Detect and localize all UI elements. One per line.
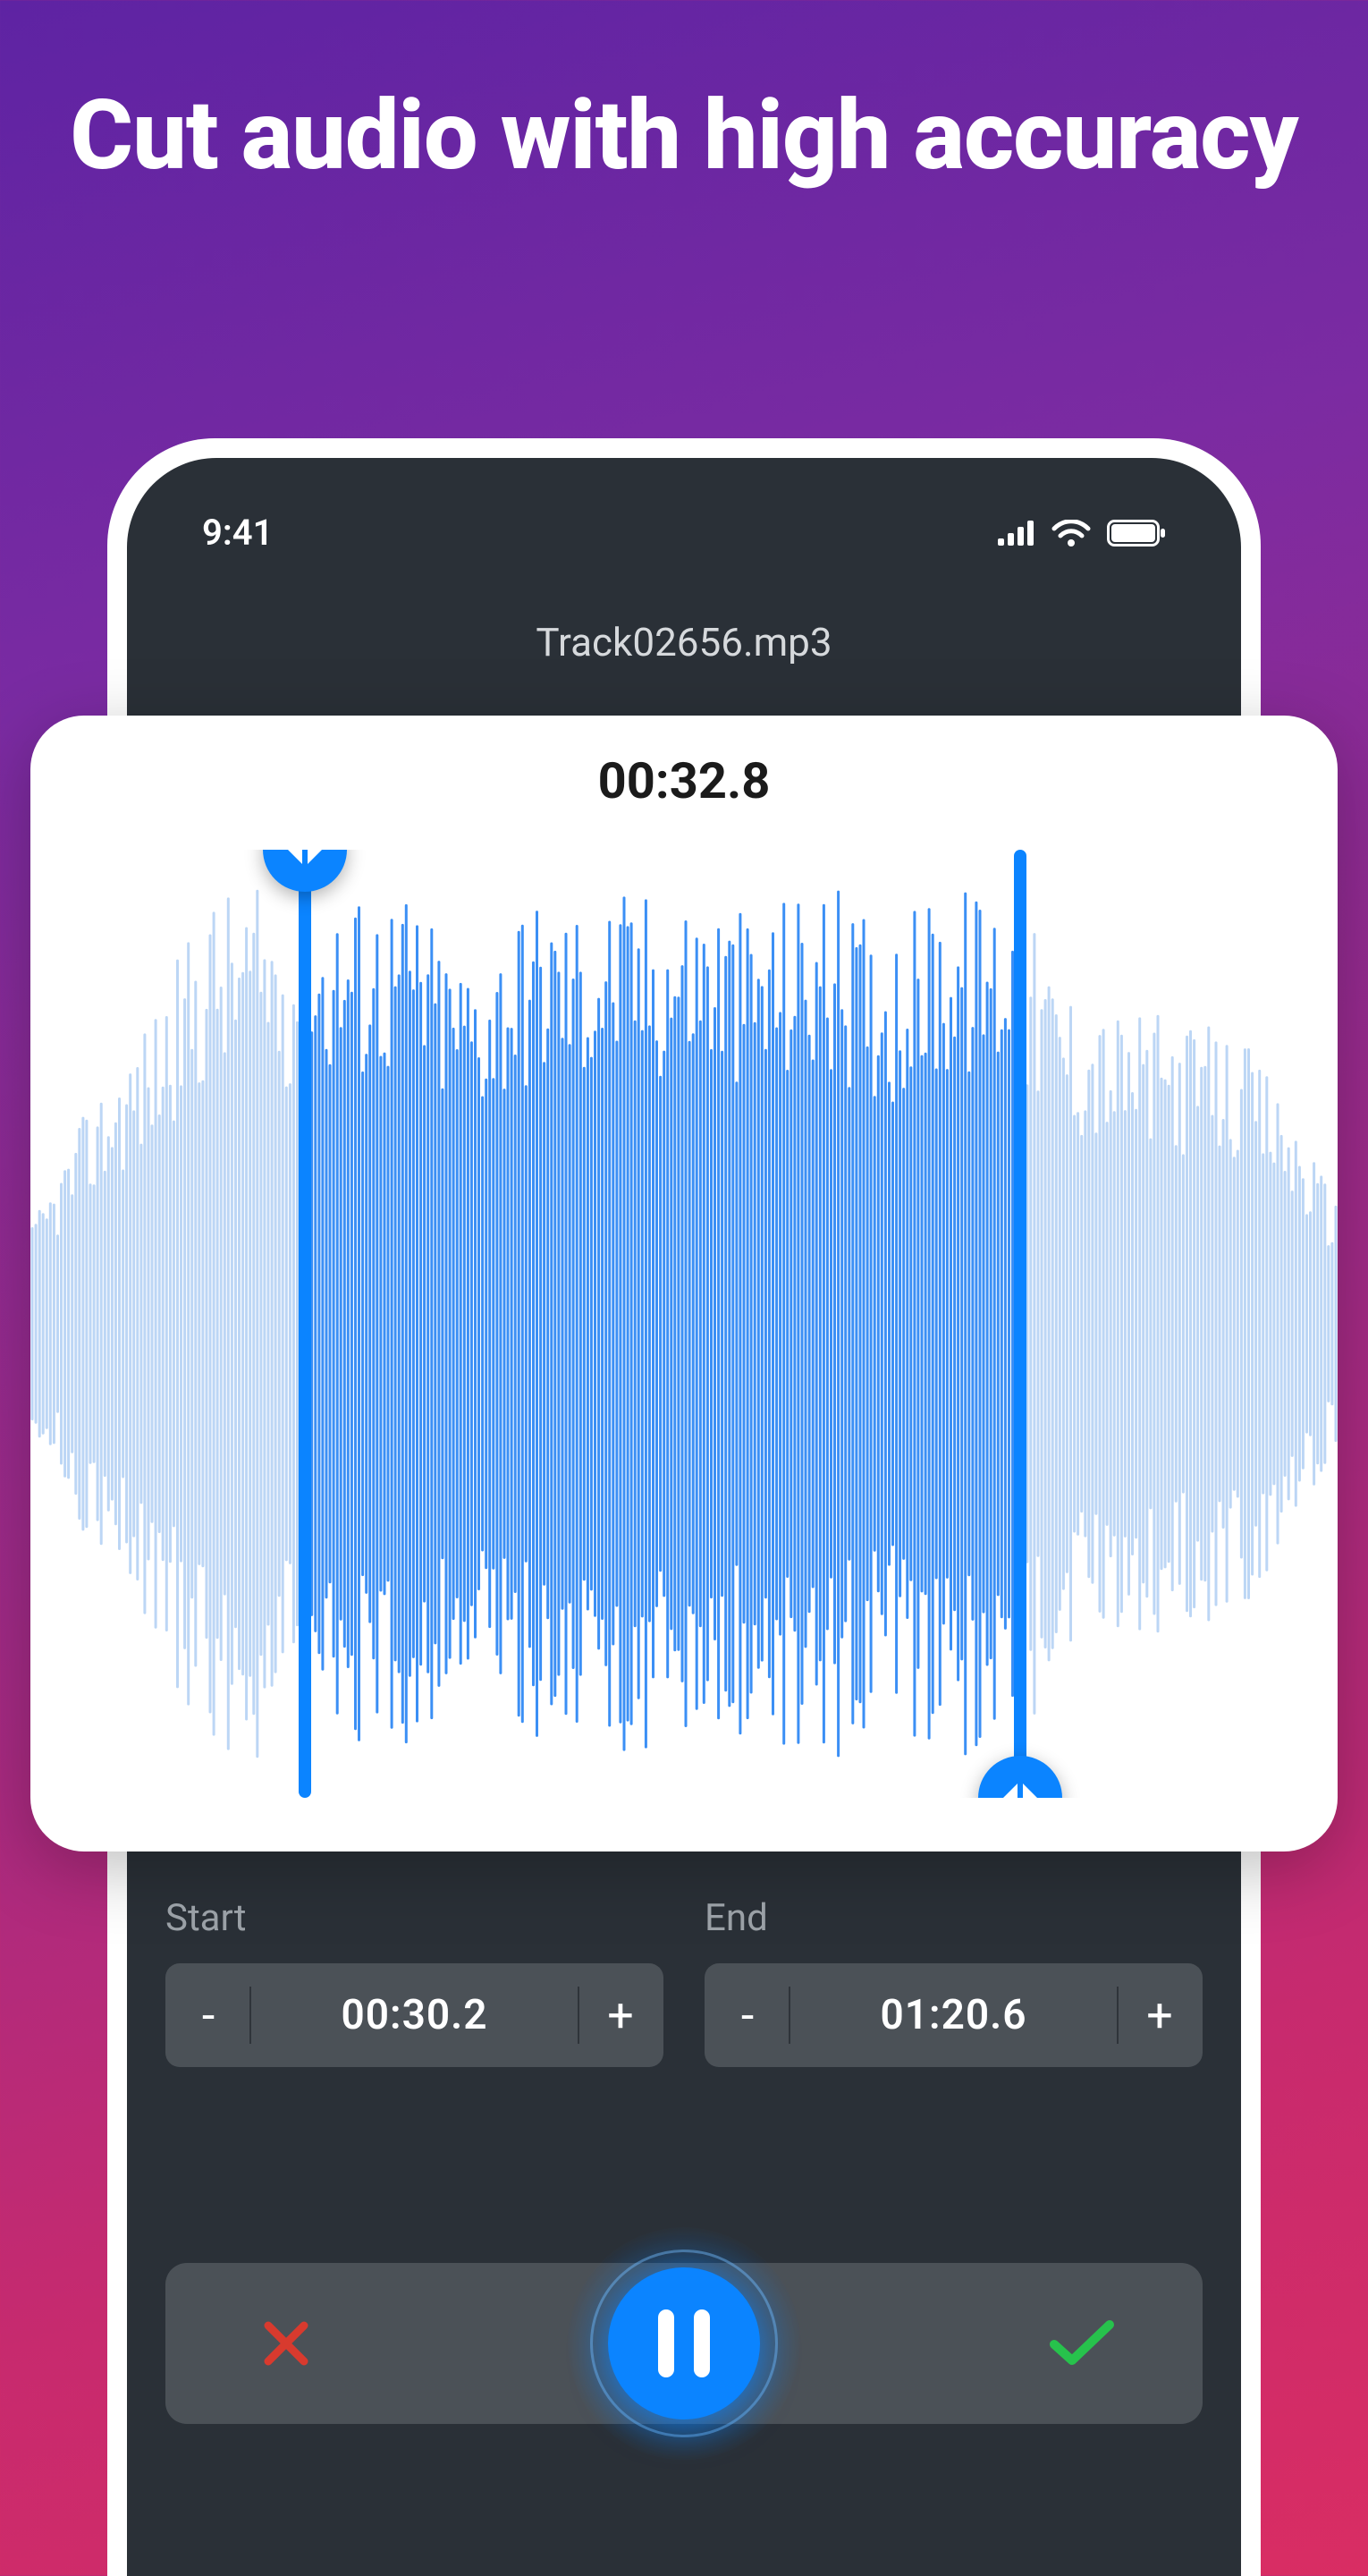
wifi-icon	[1051, 520, 1091, 547]
action-bar	[165, 2263, 1203, 2424]
time-controls: Start - 00:30.2 + End - 01:20.6 +	[165, 1896, 1203, 2067]
status-bar: 9:41	[127, 512, 1241, 554]
start-increment-button[interactable]: +	[578, 1963, 663, 2067]
trim-start-line[interactable]	[299, 850, 311, 1798]
end-time-value[interactable]: 01:20.6	[790, 1963, 1117, 2067]
start-time-value[interactable]: 00:30.2	[251, 1963, 578, 2067]
trim-end-line[interactable]	[1014, 850, 1026, 1798]
filename-label: Track02656.mp3	[127, 619, 1241, 665]
end-decrement-button[interactable]: -	[705, 1963, 790, 2067]
start-time-box: - 00:30.2 +	[165, 1963, 663, 2067]
end-time-box: - 01:20.6 +	[705, 1963, 1203, 2067]
start-time-group: Start - 00:30.2 +	[165, 1896, 663, 2067]
waveform-icon	[30, 850, 1338, 1798]
confirm-button[interactable]	[1042, 2318, 1122, 2369]
pause-icon	[608, 2267, 760, 2419]
battery-icon	[1107, 520, 1166, 547]
cancel-button[interactable]	[246, 2315, 326, 2372]
drag-horizontal-icon	[998, 1780, 1043, 1798]
promo-headline: Cut audio with high accuracy	[0, 0, 1368, 191]
start-label: Start	[165, 1896, 663, 1940]
playhead-time: 00:32.8	[30, 751, 1338, 810]
close-icon	[258, 2315, 315, 2372]
end-label: End	[705, 1896, 1203, 1940]
play-pause-button[interactable]	[568, 2227, 800, 2460]
end-time-group: End - 01:20.6 +	[705, 1896, 1203, 2067]
check-icon	[1047, 2318, 1117, 2369]
drag-horizontal-icon	[283, 850, 327, 868]
end-increment-button[interactable]: +	[1117, 1963, 1203, 2067]
start-decrement-button[interactable]: -	[165, 1963, 251, 2067]
waveform-area[interactable]	[30, 850, 1338, 1798]
waveform-panel: 00:32.8	[30, 716, 1338, 1852]
cellular-signal-icon	[998, 521, 1035, 546]
status-time: 9:41	[202, 512, 273, 554]
